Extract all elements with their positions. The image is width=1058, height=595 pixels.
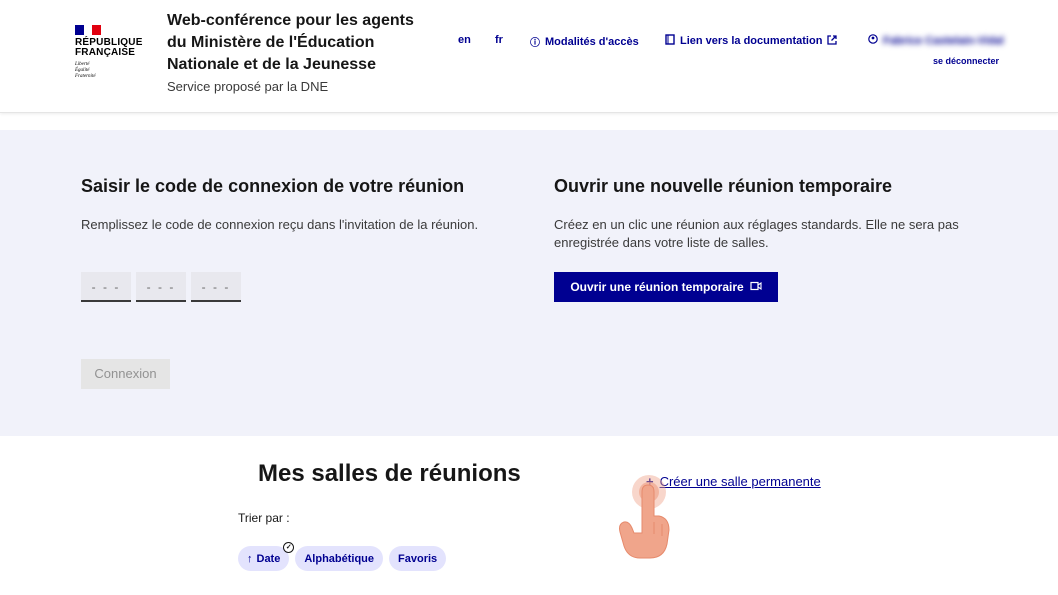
- my-rooms-title: Mes salles de réunions: [258, 460, 521, 487]
- create-permanent-room-label: Créer une salle permanente: [659, 474, 821, 489]
- logo-motto: Liberté Égalité Fraternité: [75, 62, 145, 80]
- open-temp-meeting-label: Ouvrir une réunion temporaire: [570, 280, 744, 294]
- sort-label: Trier par :: [238, 511, 290, 525]
- user-name: Fabrice Castelain-Vidal: [883, 34, 1004, 47]
- lang-en-link[interactable]: en: [458, 34, 471, 46]
- open-temp-meeting-button[interactable]: Ouvrir une réunion temporaire: [554, 272, 778, 302]
- temp-meeting-title: Ouvrir une nouvelle réunion temporaire: [554, 176, 893, 196]
- arrow-up-icon: ↑: [247, 552, 253, 565]
- sort-chip-date-label: Date: [256, 552, 281, 565]
- external-link-icon: [827, 34, 838, 48]
- touch-pointer-icon: [619, 475, 670, 559]
- sort-chip-favoris[interactable]: Favoris: [389, 546, 447, 571]
- check-icon: ✓: [283, 542, 295, 553]
- join-title: Saisir le code de connexion de votre réu…: [81, 176, 465, 196]
- sort-chip-alphabetique[interactable]: Alphabétique: [295, 546, 384, 571]
- book-icon: [665, 34, 675, 48]
- lang-en-label: en: [458, 34, 471, 46]
- lang-fr-label: fr: [495, 34, 503, 46]
- header: RÉPUBLIQUE FRANÇAISE Liberté Égalité Fra…: [0, 0, 1058, 113]
- lang-fr-link[interactable]: fr: [495, 34, 503, 46]
- sort-chip-favoris-label: Favoris: [398, 552, 438, 565]
- documentation-link[interactable]: Lien vers la documentation: [665, 34, 838, 48]
- video-icon: [750, 280, 762, 294]
- info-icon: ⓘ: [530, 38, 540, 49]
- sort-chip-date[interactable]: ↑ Date ✓: [238, 542, 295, 571]
- motto-fraternite: Fraternité: [75, 74, 96, 79]
- access-link-label: Modalités d'accès: [545, 35, 639, 48]
- sort-options: ↑ Date ✓ Alphabétique Favoris: [238, 542, 447, 571]
- french-flag-icon: [75, 25, 102, 35]
- connexion-button[interactable]: Connexion: [81, 359, 170, 389]
- service-title: Web-conférence pour les agents du Minist…: [167, 12, 414, 73]
- access-link[interactable]: ⓘ Modalités d'accès: [530, 34, 639, 50]
- temp-meeting-description: Créez en un clic une réunion aux réglage…: [554, 217, 959, 250]
- user-icon: [868, 34, 878, 47]
- service-tagline: Service proposé par la DNE: [167, 79, 329, 94]
- logout-link[interactable]: se déconnecter: [933, 56, 999, 66]
- code-input-1[interactable]: - - -: [81, 272, 131, 302]
- service-title-block[interactable]: Web-conférence pour les agents du Minist…: [167, 10, 437, 96]
- logo-line-2: FRANÇAISE: [75, 47, 136, 58]
- user-account-link[interactable]: Fabrice Castelain-Vidal: [868, 34, 1004, 47]
- code-input-3[interactable]: - - -: [191, 272, 241, 302]
- sort-chip-alphabetique-label: Alphabétique: [304, 552, 375, 565]
- join-description: Remplissez le code de connexion reçu dan…: [81, 217, 479, 232]
- code-input-2[interactable]: - - -: [136, 272, 186, 302]
- republique-francaise-logo[interactable]: RÉPUBLIQUE FRANÇAISE Liberté Égalité Fra…: [75, 25, 145, 80]
- documentation-link-label: Lien vers la documentation: [680, 35, 823, 47]
